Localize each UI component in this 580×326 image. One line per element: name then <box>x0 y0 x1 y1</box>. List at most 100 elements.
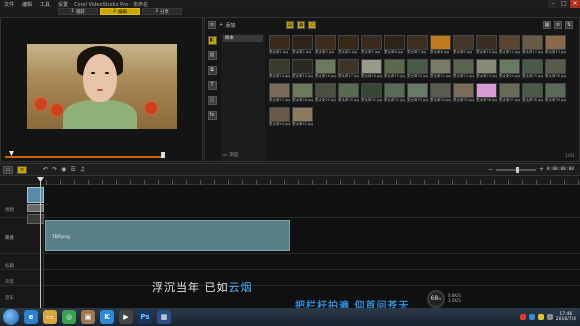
media-thumbnail[interactable]: 蒙太奇18.jpg <box>361 59 382 81</box>
media-thumbnail[interactable]: 蒙太奇28.jpg <box>292 83 313 105</box>
media-thumbnail[interactable]: 蒙太奇24.jpg <box>499 59 520 81</box>
media-thumbnail[interactable]: 蒙太奇2.jpg <box>292 35 313 57</box>
media-thumbnail[interactable]: 蒙太奇39.jpg <box>545 83 566 105</box>
step-edit[interactable]: 2 编辑 <box>100 8 140 15</box>
green-app-icon[interactable]: ◎ <box>62 310 76 324</box>
videostudio-icon[interactable]: ▦ <box>157 310 171 324</box>
grid-view-icon[interactable]: ▦ <box>543 21 551 29</box>
step-share[interactable]: 3 分享 <box>142 8 182 15</box>
zoom-slider[interactable] <box>495 166 536 173</box>
audio-filter-icon[interactable]: ♫ <box>308 21 317 29</box>
undo-icon[interactable]: ↶ <box>43 166 48 173</box>
start-button[interactable] <box>3 309 19 325</box>
media-thumbnail[interactable]: 蒙太奇32.jpg <box>384 83 405 105</box>
add-folder-button[interactable]: + 添加 <box>219 22 235 29</box>
media-thumbnail[interactable]: 蒙太奇38.jpg <box>522 83 543 105</box>
media-thumbnail[interactable]: 蒙太奇16.jpg <box>315 59 336 81</box>
tray-icon[interactable] <box>546 314 553 320</box>
video-clip[interactable] <box>27 187 44 203</box>
photoshop-icon[interactable]: Ps <box>138 310 152 324</box>
menu-tools[interactable]: 工具 <box>40 1 50 8</box>
media-thumbnail[interactable]: 蒙太奇35.jpg <box>453 83 474 105</box>
redo-icon[interactable]: ↷ <box>52 166 57 173</box>
time-ruler[interactable] <box>0 177 580 185</box>
mixer-icon[interactable]: ☰ <box>70 166 75 173</box>
video-clip[interactable] <box>27 214 44 224</box>
media-thumbnail[interactable]: 蒙太奇33.jpg <box>407 83 428 105</box>
media-thumbnail[interactable]: 蒙太奇13.jpg <box>545 35 566 57</box>
trim-marker[interactable] <box>161 152 165 158</box>
instant-project-icon[interactable]: ▥ <box>207 51 217 60</box>
video-clip[interactable] <box>27 204 44 212</box>
browse-button[interactable]: ▭ 浏览 <box>223 152 238 159</box>
media-thumbnail[interactable]: 蒙太奇8.jpg <box>430 35 451 57</box>
zoom-in-icon[interactable]: + <box>539 166 544 173</box>
photo-app-icon[interactable]: ▣ <box>81 310 95 324</box>
media-thumbnail[interactable]: 蒙太奇34.jpg <box>430 83 451 105</box>
overlay-clip[interactable]: TBP.png <box>45 220 290 251</box>
filter-fx-icon[interactable]: fx <box>207 111 217 120</box>
media-thumbnail[interactable]: 蒙太奇4.jpg <box>338 35 359 57</box>
menu-file[interactable]: 文件 <box>4 1 14 8</box>
media-thumbnail[interactable]: 蒙太奇5.jpg <box>361 35 382 57</box>
movie-app-icon[interactable]: ▶ <box>119 310 133 324</box>
media-thumbnail[interactable]: 蒙太奇26.jpg <box>545 59 566 81</box>
media-thumbnail[interactable]: 蒙太奇40.jpg <box>269 107 290 129</box>
storyboard-view-icon[interactable]: ▭ <box>3 165 13 174</box>
media-thumbnail[interactable]: 蒙太奇37.jpg <box>499 83 520 105</box>
media-category-icon[interactable]: ◧ <box>207 36 217 45</box>
media-thumbnail[interactable]: 蒙太奇36.jpg <box>476 83 497 105</box>
media-thumbnail[interactable]: 蒙太奇1.jpg <box>269 35 290 57</box>
media-thumbnail[interactable]: 蒙太奇20.jpg <box>407 59 428 81</box>
video-filter-icon[interactable]: ▤ <box>286 21 295 29</box>
media-thumbnail[interactable]: 蒙太奇19.jpg <box>384 59 405 81</box>
library-nav-icon[interactable]: ≡ <box>208 21 216 29</box>
list-view-icon[interactable]: ≡ <box>554 21 562 29</box>
tray-icon[interactable] <box>528 314 535 320</box>
zoom-out-icon[interactable]: − <box>488 166 493 173</box>
title-icon[interactable]: T <box>207 81 217 90</box>
record-icon[interactable]: ◉ <box>61 166 66 173</box>
sort-icon[interactable]: ⇅ <box>565 21 573 29</box>
media-thumbnail[interactable]: 蒙太奇27.jpg <box>269 83 290 105</box>
media-thumbnail[interactable]: 蒙太奇12.jpg <box>522 35 543 57</box>
close-button[interactable]: × <box>570 0 580 8</box>
menu-edit[interactable]: 编辑 <box>22 1 32 8</box>
auto-music-icon[interactable]: ♫ <box>80 166 85 173</box>
timeline-view-icon[interactable]: ≡ <box>17 165 27 174</box>
media-thumbnail[interactable]: 蒙太奇17.jpg <box>338 59 359 81</box>
media-thumbnail[interactable]: 蒙太奇25.jpg <box>522 59 543 81</box>
timeline-timecode[interactable]: 0:00:00:00 <box>547 167 574 172</box>
menu-settings[interactable]: 设置 <box>58 1 68 8</box>
media-thumbnail[interactable]: 蒙太奇7.jpg <box>407 35 428 57</box>
system-clock[interactable]: 17:46 2016/7/4 <box>556 312 576 322</box>
qq-icon[interactable]: K <box>100 310 114 324</box>
minimize-button[interactable]: – <box>548 0 558 8</box>
folder-sample[interactable]: 样本 <box>223 35 263 42</box>
media-thumbnail[interactable]: 蒙太奇22.jpg <box>453 59 474 81</box>
graphic-icon[interactable]: ◫ <box>207 96 217 105</box>
media-thumbnail[interactable]: 蒙太奇41.jpg <box>292 107 313 129</box>
step-capture[interactable]: 1 捕获 <box>58 8 98 15</box>
media-thumbnail[interactable]: 蒙太奇6.jpg <box>384 35 405 57</box>
media-thumbnail[interactable]: 蒙太奇30.jpg <box>338 83 359 105</box>
transition-icon[interactable]: ⧉ <box>207 66 217 75</box>
media-thumbnail[interactable]: 蒙太奇9.jpg <box>453 35 474 57</box>
explorer-icon[interactable]: ▭ <box>43 310 57 324</box>
network-gauge[interactable]: 68% <box>427 290 445 308</box>
media-thumbnail[interactable]: 蒙太奇10.jpg <box>476 35 497 57</box>
media-thumbnail[interactable]: 蒙太奇29.jpg <box>315 83 336 105</box>
photo-filter-icon[interactable]: ▦ <box>297 21 306 29</box>
media-thumbnail[interactable]: 蒙太奇14.jpg <box>269 59 290 81</box>
media-thumbnail[interactable]: 蒙太奇15.jpg <box>292 59 313 81</box>
ie-icon[interactable]: e <box>24 310 38 324</box>
tray-icon[interactable] <box>537 314 544 320</box>
scrub-bar[interactable] <box>5 156 163 158</box>
media-thumbnail[interactable]: 蒙太奇3.jpg <box>315 35 336 57</box>
tray-icon[interactable] <box>519 314 526 320</box>
maximize-button[interactable]: □ <box>559 0 569 8</box>
media-thumbnail[interactable]: 蒙太奇31.jpg <box>361 83 382 105</box>
media-thumbnail[interactable]: 蒙太奇21.jpg <box>430 59 451 81</box>
media-thumbnail[interactable]: 蒙太奇23.jpg <box>476 59 497 81</box>
media-thumbnail[interactable]: 蒙太奇11.jpg <box>499 35 520 57</box>
